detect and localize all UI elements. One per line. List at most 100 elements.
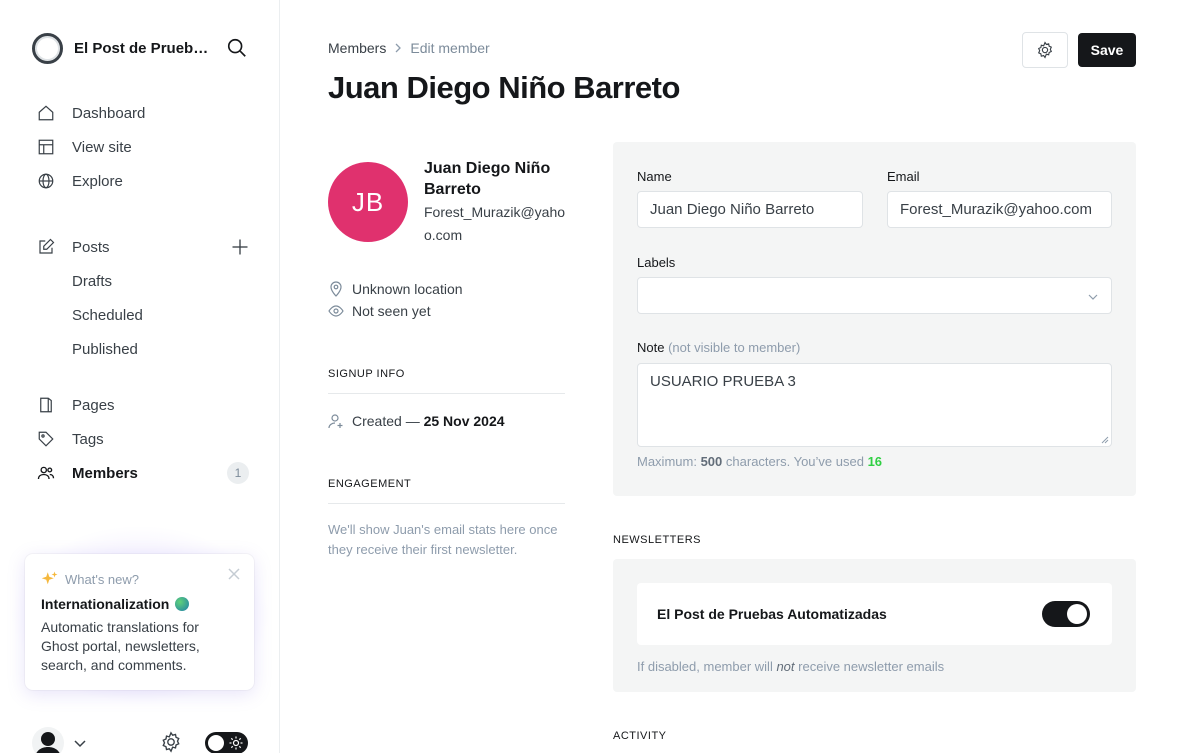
breadcrumb-members-link[interactable]: Members [328,40,386,56]
nav-posts[interactable]: Posts [36,230,252,264]
primary-nav: Dashboard View site Explore [36,96,252,198]
nav-posts-label: Posts [72,238,110,256]
email-label: Email [887,169,920,184]
layout-icon [36,137,56,157]
newsletter-toggle-knob [1067,604,1087,624]
email-input[interactable]: Forest_Murazik@yahoo.com [887,191,1112,228]
note-label-row: Note (not visible to member) [637,340,800,355]
sidebar-footer [32,727,248,753]
activity-heading: ACTIVITY [613,730,667,742]
whats-new-label: What's new? [65,571,140,587]
globe-icon [36,171,56,191]
nav-view-site-label: View site [72,138,132,156]
signup-divider [328,393,565,394]
whats-new-title-row: Internationalization [41,596,238,612]
home-icon [36,103,56,123]
hint-em: not [776,659,795,674]
search-icon[interactable] [226,37,248,59]
page-title: Juan Diego Niño Barreto [328,70,680,105]
nav-scheduled[interactable]: Scheduled [36,298,252,332]
breadcrumb-current: Edit member [410,40,490,56]
members-count-badge: 1 [227,462,249,484]
note-text: USUARIO PRUEBA 3 [650,373,796,390]
sun-icon [229,736,243,750]
nav-members[interactable]: Members 1 [36,456,252,490]
name-input[interactable]: Juan Diego Niño Barreto [637,191,863,228]
created-date: 25 Nov 2024 [423,413,505,429]
char-used-text: characters. You’ve used [725,454,864,469]
whats-new-card[interactable]: What's new? Internationalization Automat… [25,554,254,690]
user-add-icon [328,414,343,429]
tag-icon [36,429,56,449]
whats-new-header: What's new? [41,570,238,588]
created-row: Created — 25 Nov 2024 [328,413,505,429]
note-textarea[interactable]: USUARIO PRUEBA 3 [637,363,1112,447]
nav-tags-label: Tags [72,430,104,448]
nav-dashboard-label: Dashboard [72,104,146,122]
nav-members-label: Members [72,464,138,482]
plus-icon[interactable] [230,237,250,257]
members-icon [36,463,56,483]
member-avatar: JB [328,162,408,242]
member-last-seen-text: Not seen yet [352,303,431,319]
site-logo [32,33,63,64]
sidebar: El Post de Pruebas Automatizadas Dashboa… [0,0,280,753]
member-details-form: Name Juan Diego Niño Barreto Email Fores… [613,142,1136,496]
nav-pages[interactable]: Pages [36,388,252,422]
breadcrumb: Members Edit member [328,40,490,56]
newsletter-row: El Post de Pruebas Automatizadas [637,583,1112,645]
edit-icon [36,237,56,257]
note-hint: (not visible to member) [668,340,801,355]
hint-before: If disabled, member will [637,659,773,674]
engagement-heading: ENGAGEMENT [328,478,412,490]
theme-toggle[interactable] [205,732,248,753]
sparkle-icon [41,571,58,585]
resize-handle-icon[interactable] [1101,436,1109,444]
nav-dashboard[interactable]: Dashboard [36,96,252,130]
engagement-text: We'll show Juan's email stats here once … [328,522,558,557]
gear-icon [1037,41,1053,59]
char-used-value: 16 [867,454,883,469]
nav-explore[interactable]: Explore [36,164,252,198]
newsletters-panel: El Post de Pruebas Automatizadas If disa… [613,559,1136,692]
earth-icon [175,597,190,611]
user-avatar[interactable] [32,727,64,753]
close-icon[interactable] [228,568,240,580]
chevron-down-icon[interactable] [73,736,87,750]
nav-view-site[interactable]: View site [36,130,252,164]
settings-icon[interactable] [160,731,182,753]
newsletters-heading: NEWSLETTERS [613,534,702,546]
chevron-down-icon [1088,294,1098,300]
save-button[interactable]: Save [1078,33,1136,67]
content-nav: Posts Drafts Scheduled Published [36,230,252,366]
pages-icon [36,395,56,415]
nav-published[interactable]: Published [36,332,252,366]
site-brand[interactable]: El Post de Pruebas Automatizadas [32,33,248,64]
chevron-right-icon [395,43,402,53]
member-location-text: Unknown location [352,281,463,297]
newsletter-subscription-toggle[interactable] [1042,601,1090,627]
site-nav: Pages Tags Members 1 [36,388,252,490]
whats-new-body: Automatic translations for Ghost portal,… [41,619,200,673]
member-email: Forest_Murazik@yahoo.com [424,204,566,243]
member-location: Unknown location [328,281,463,297]
note-label: Note [637,340,665,355]
created-prefix: Created — [352,413,420,429]
member-name: Juan Diego Niño Barreto [424,160,551,198]
labels-label: Labels [637,255,676,270]
site-name: El Post de Pruebas Automatizadas [74,40,214,57]
hint-after: receive newsletter emails [798,659,945,674]
whats-new-title: Internationalization [41,596,170,612]
nav-explore-label: Explore [72,172,123,190]
nav-pages-label: Pages [72,396,115,414]
nav-drafts[interactable]: Drafts [36,264,252,298]
theme-toggle-knob [208,735,224,751]
nav-tags[interactable]: Tags [36,422,252,456]
newsletter-hint: If disabled, member will not receive new… [637,659,944,674]
signup-info-heading: SIGNUP INFO [328,368,405,380]
location-pin-icon [330,281,342,297]
member-last-seen: Not seen yet [328,303,431,319]
labels-select[interactable] [637,277,1112,314]
engagement-divider [328,503,565,504]
member-actions-button[interactable] [1022,32,1068,68]
